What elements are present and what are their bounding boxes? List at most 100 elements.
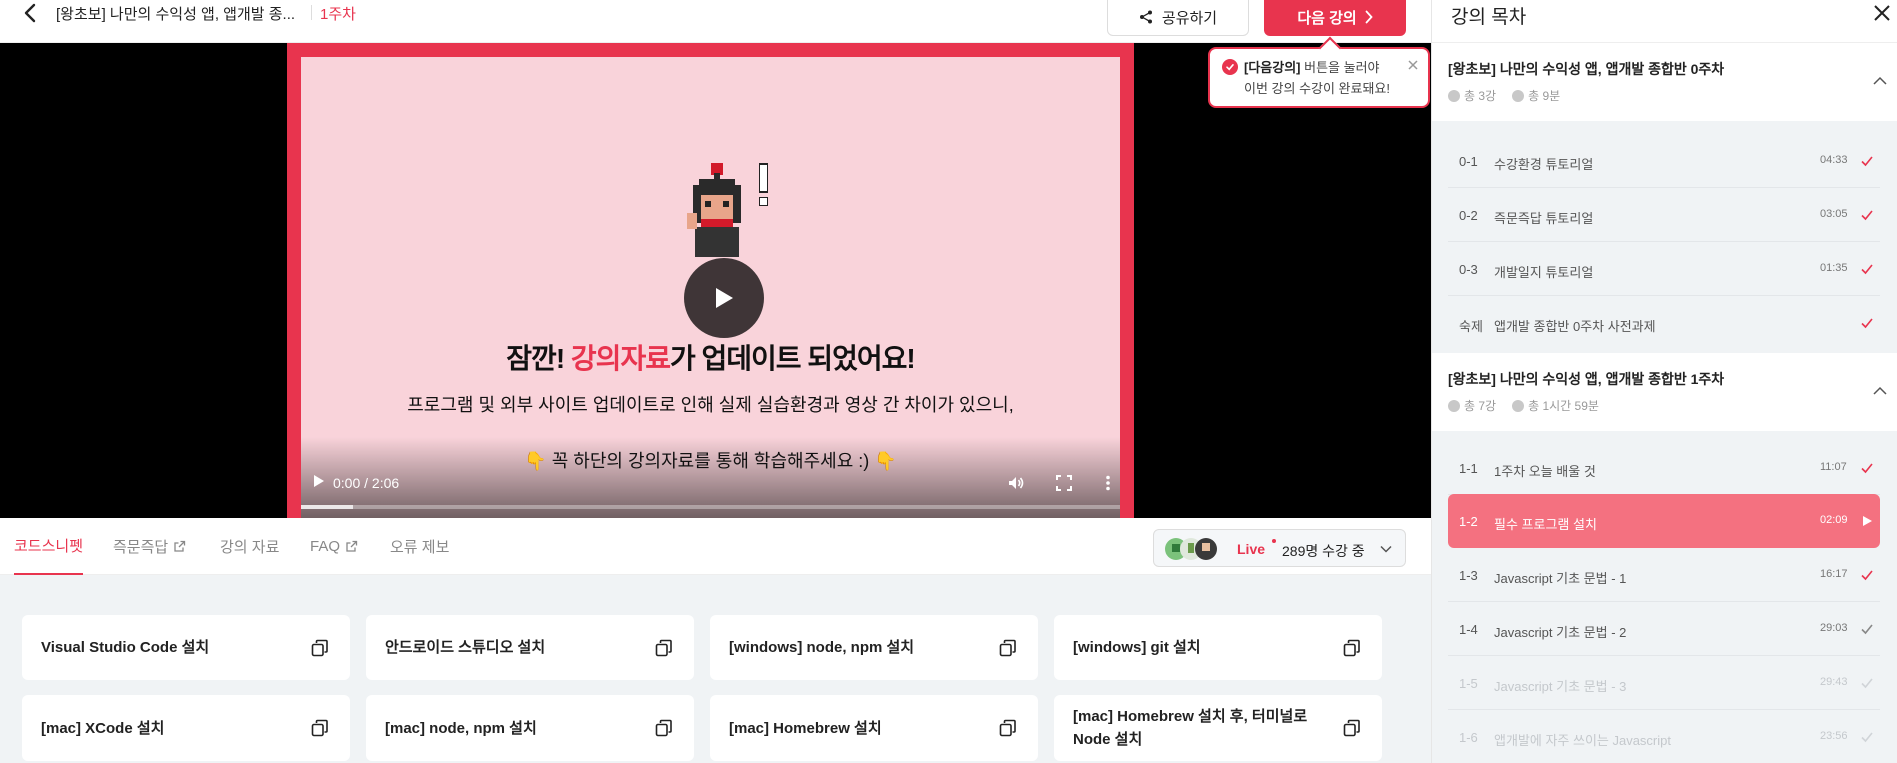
snippet-card[interactable]: [mac] Homebrew 설치 후, 터미널로 Node 설치 xyxy=(1054,695,1382,761)
lecture-item[interactable]: 1-5 Javascript 기초 문법 - 3 29:43 xyxy=(1448,656,1880,710)
copy-icon[interactable] xyxy=(998,718,1018,738)
control-play-icon[interactable] xyxy=(311,473,327,489)
lecture-tabs: 코드스니펫 즉문즉답 강의 자료 FAQ 오류 제보 Live 289명 수강 … xyxy=(0,518,1431,575)
lecture-duration: 04:33 xyxy=(1820,154,1848,166)
lecture-item[interactable]: 1-6 앱개발에 자주 쓰이는 Javascript 23:56 xyxy=(1448,710,1880,763)
lecture-title: 필수 프로그램 설치 xyxy=(1494,517,1597,532)
tooltip-bracket: [다음강의] xyxy=(1244,60,1301,75)
live-viewers-dropdown[interactable]: Live 289명 수강 중 xyxy=(1153,529,1406,567)
avatars-icon xyxy=(1165,538,1217,560)
lecture-title: Javascript 기초 문법 - 3 xyxy=(1494,679,1627,694)
tab-materials[interactable]: 강의 자료 xyxy=(220,518,279,575)
check-icon xyxy=(1861,318,1873,329)
snippet-label: [mac] node, npm 설치 xyxy=(385,719,537,737)
section-meta: 총 3강 총 9분 xyxy=(1448,87,1560,104)
snippet-card[interactable]: [mac] node, npm 설치 xyxy=(366,695,694,761)
check-circle-icon xyxy=(1222,59,1238,75)
lecture-item-current[interactable]: 1-2 필수 프로그램 설치 02:09 xyxy=(1448,494,1880,548)
live-count: 289명 수강 중 xyxy=(1282,543,1365,559)
headline-part-1: 잠깐! xyxy=(506,343,571,374)
check-icon xyxy=(1861,678,1873,689)
toc-panel: 강의 목차 [왕초보] 나만의 수익성 앱, 앱개발 종합반 0주차 총 3강 … xyxy=(1431,0,1897,763)
slide-subtitle-1: 프로그램 및 외부 사이트 업데이트로 인해 실제 실습환경과 영상 간 차이가… xyxy=(407,395,1014,415)
external-link-icon xyxy=(346,540,358,552)
copy-icon[interactable] xyxy=(310,638,330,658)
copy-icon[interactable] xyxy=(310,718,330,738)
lecture-number: 1-6 xyxy=(1459,730,1478,745)
lecture-duration: 23:56 xyxy=(1820,730,1848,742)
tab-qna[interactable]: 즉문즉답 xyxy=(113,518,186,575)
lecture-item[interactable]: 0-3 개발일지 튜토리얼 01:35 xyxy=(1448,242,1880,296)
chevron-up-icon[interactable] xyxy=(1872,383,1888,399)
toc-section-week0[interactable]: [왕초보] 나만의 수익성 앱, 앱개발 종합반 0주차 총 3강 총 9분 xyxy=(1432,43,1897,121)
share-label: 공유하기 xyxy=(1161,9,1218,27)
video-slide: 잠깐! 강의자료가 업데이트 되었어요! 프로그램 및 외부 사이트 업데이트로… xyxy=(301,57,1120,518)
copy-icon[interactable] xyxy=(654,638,674,658)
play-button[interactable] xyxy=(684,258,764,338)
copy-icon[interactable] xyxy=(654,718,674,738)
lecture-item-homework[interactable]: 숙제 앱개발 종합반 0주차 사전과제 xyxy=(1448,296,1880,350)
lecture-number: 1-3 xyxy=(1459,568,1478,583)
lecture-number: 1-4 xyxy=(1459,622,1478,637)
title-divider xyxy=(311,5,312,20)
snippet-card[interactable]: Visual Studio Code 설치 xyxy=(22,615,350,680)
lecture-item[interactable]: 1-1 1주차 오늘 배울 것 11:07 xyxy=(1448,441,1880,495)
clock-icon xyxy=(1512,89,1525,102)
next-lecture-button[interactable]: 다음 강의 xyxy=(1264,0,1406,36)
snippet-label: Visual Studio Code 설치 xyxy=(41,639,210,656)
close-icon[interactable] xyxy=(1406,58,1420,72)
tab-label: 강의 자료 xyxy=(220,539,280,556)
live-dot xyxy=(1272,539,1276,543)
top-bar: [왕초보] 나만의 수익성 앱, 앱개발 종... 1주차 공유하기 다음 강의 xyxy=(0,0,1431,43)
share-button[interactable]: 공유하기 xyxy=(1107,0,1249,36)
tooltip-line-1: [다음강의] 버튼을 눌러야 xyxy=(1244,57,1379,78)
lecture-number: 1-1 xyxy=(1459,461,1478,476)
volume-icon[interactable] xyxy=(1007,474,1025,492)
lecture-number: 0-3 xyxy=(1459,262,1478,277)
snippet-card[interactable]: 안드로이드 스튜디오 설치 xyxy=(366,615,694,680)
copy-icon[interactable] xyxy=(998,638,1018,658)
snippet-label: 안드로이드 스튜디오 설치 xyxy=(385,639,546,656)
lecture-number: 0-1 xyxy=(1459,154,1478,169)
video-progress-bar[interactable] xyxy=(301,505,1120,509)
check-icon xyxy=(1861,624,1873,635)
toc-list-week0: 0-1 수강환경 튜토리얼 04:33 0-2 즉문즉답 튜토리얼 03:05 … xyxy=(1432,121,1897,353)
close-icon[interactable] xyxy=(1872,3,1892,23)
tab-code-snippets[interactable]: 코드스니펫 xyxy=(14,518,84,575)
copy-icon[interactable] xyxy=(1342,638,1362,658)
week-label: 1주차 xyxy=(320,6,356,23)
snippet-card[interactable]: [mac] XCode 설치 xyxy=(22,695,350,761)
lecture-title: Javascript 기초 문법 - 2 xyxy=(1494,625,1627,640)
snippet-card[interactable]: [mac] Homebrew 설치 xyxy=(710,695,1038,761)
tooltip-line-2: 이번 강의 수강이 완료돼요! xyxy=(1244,81,1391,96)
snippet-card[interactable]: [windows] node, npm 설치 xyxy=(710,615,1038,680)
snippet-card[interactable]: [windows] git 설치 xyxy=(1054,615,1382,680)
copy-icon[interactable] xyxy=(1342,718,1362,738)
external-link-icon xyxy=(174,540,186,552)
code-snippets-grid: Visual Studio Code 설치 안드로이드 스튜디오 설치 [win… xyxy=(0,575,1431,763)
toc-section-week1[interactable]: [왕초보] 나만의 수익성 앱, 앱개발 종합반 1주차 총 7강 총 1시간 … xyxy=(1432,353,1897,431)
lecture-number: 0-2 xyxy=(1459,208,1478,223)
more-options-icon[interactable] xyxy=(1099,474,1117,492)
video-player[interactable]: 잠깐! 강의자료가 업데이트 되었어요! 프로그램 및 외부 사이트 업데이트로… xyxy=(0,43,1431,518)
lecture-title: 수강환경 튜토리얼 xyxy=(1494,157,1594,172)
lecture-title: 즉문즉답 튜토리얼 xyxy=(1494,211,1594,226)
lecture-duration: 29:03 xyxy=(1820,622,1848,634)
fullscreen-icon[interactable] xyxy=(1055,474,1073,492)
back-button[interactable] xyxy=(18,0,42,26)
play-icon xyxy=(716,288,733,308)
lecture-item[interactable]: 0-2 즉문즉답 튜토리얼 03:05 xyxy=(1448,188,1880,242)
section-count: 총 7강 xyxy=(1464,399,1497,413)
tab-faq[interactable]: FAQ xyxy=(310,518,358,575)
lecture-item[interactable]: 0-1 수강환경 튜토리얼 04:33 xyxy=(1448,134,1880,188)
tab-error-report[interactable]: 오류 제보 xyxy=(390,518,449,575)
snippet-label: [mac] XCode 설치 xyxy=(41,719,165,737)
live-label: Live xyxy=(1237,541,1266,557)
lecture-number: 1-2 xyxy=(1459,514,1478,529)
chevron-up-icon[interactable] xyxy=(1872,73,1888,89)
section-duration: 총 1시간 59분 xyxy=(1528,399,1599,413)
snippet-label: [mac] Homebrew 설치 xyxy=(729,719,882,737)
section-count: 총 3강 xyxy=(1464,89,1497,103)
lecture-item[interactable]: 1-3 Javascript 기초 문법 - 1 16:17 xyxy=(1448,548,1880,602)
lecture-item[interactable]: 1-4 Javascript 기초 문법 - 2 29:03 xyxy=(1448,602,1880,656)
